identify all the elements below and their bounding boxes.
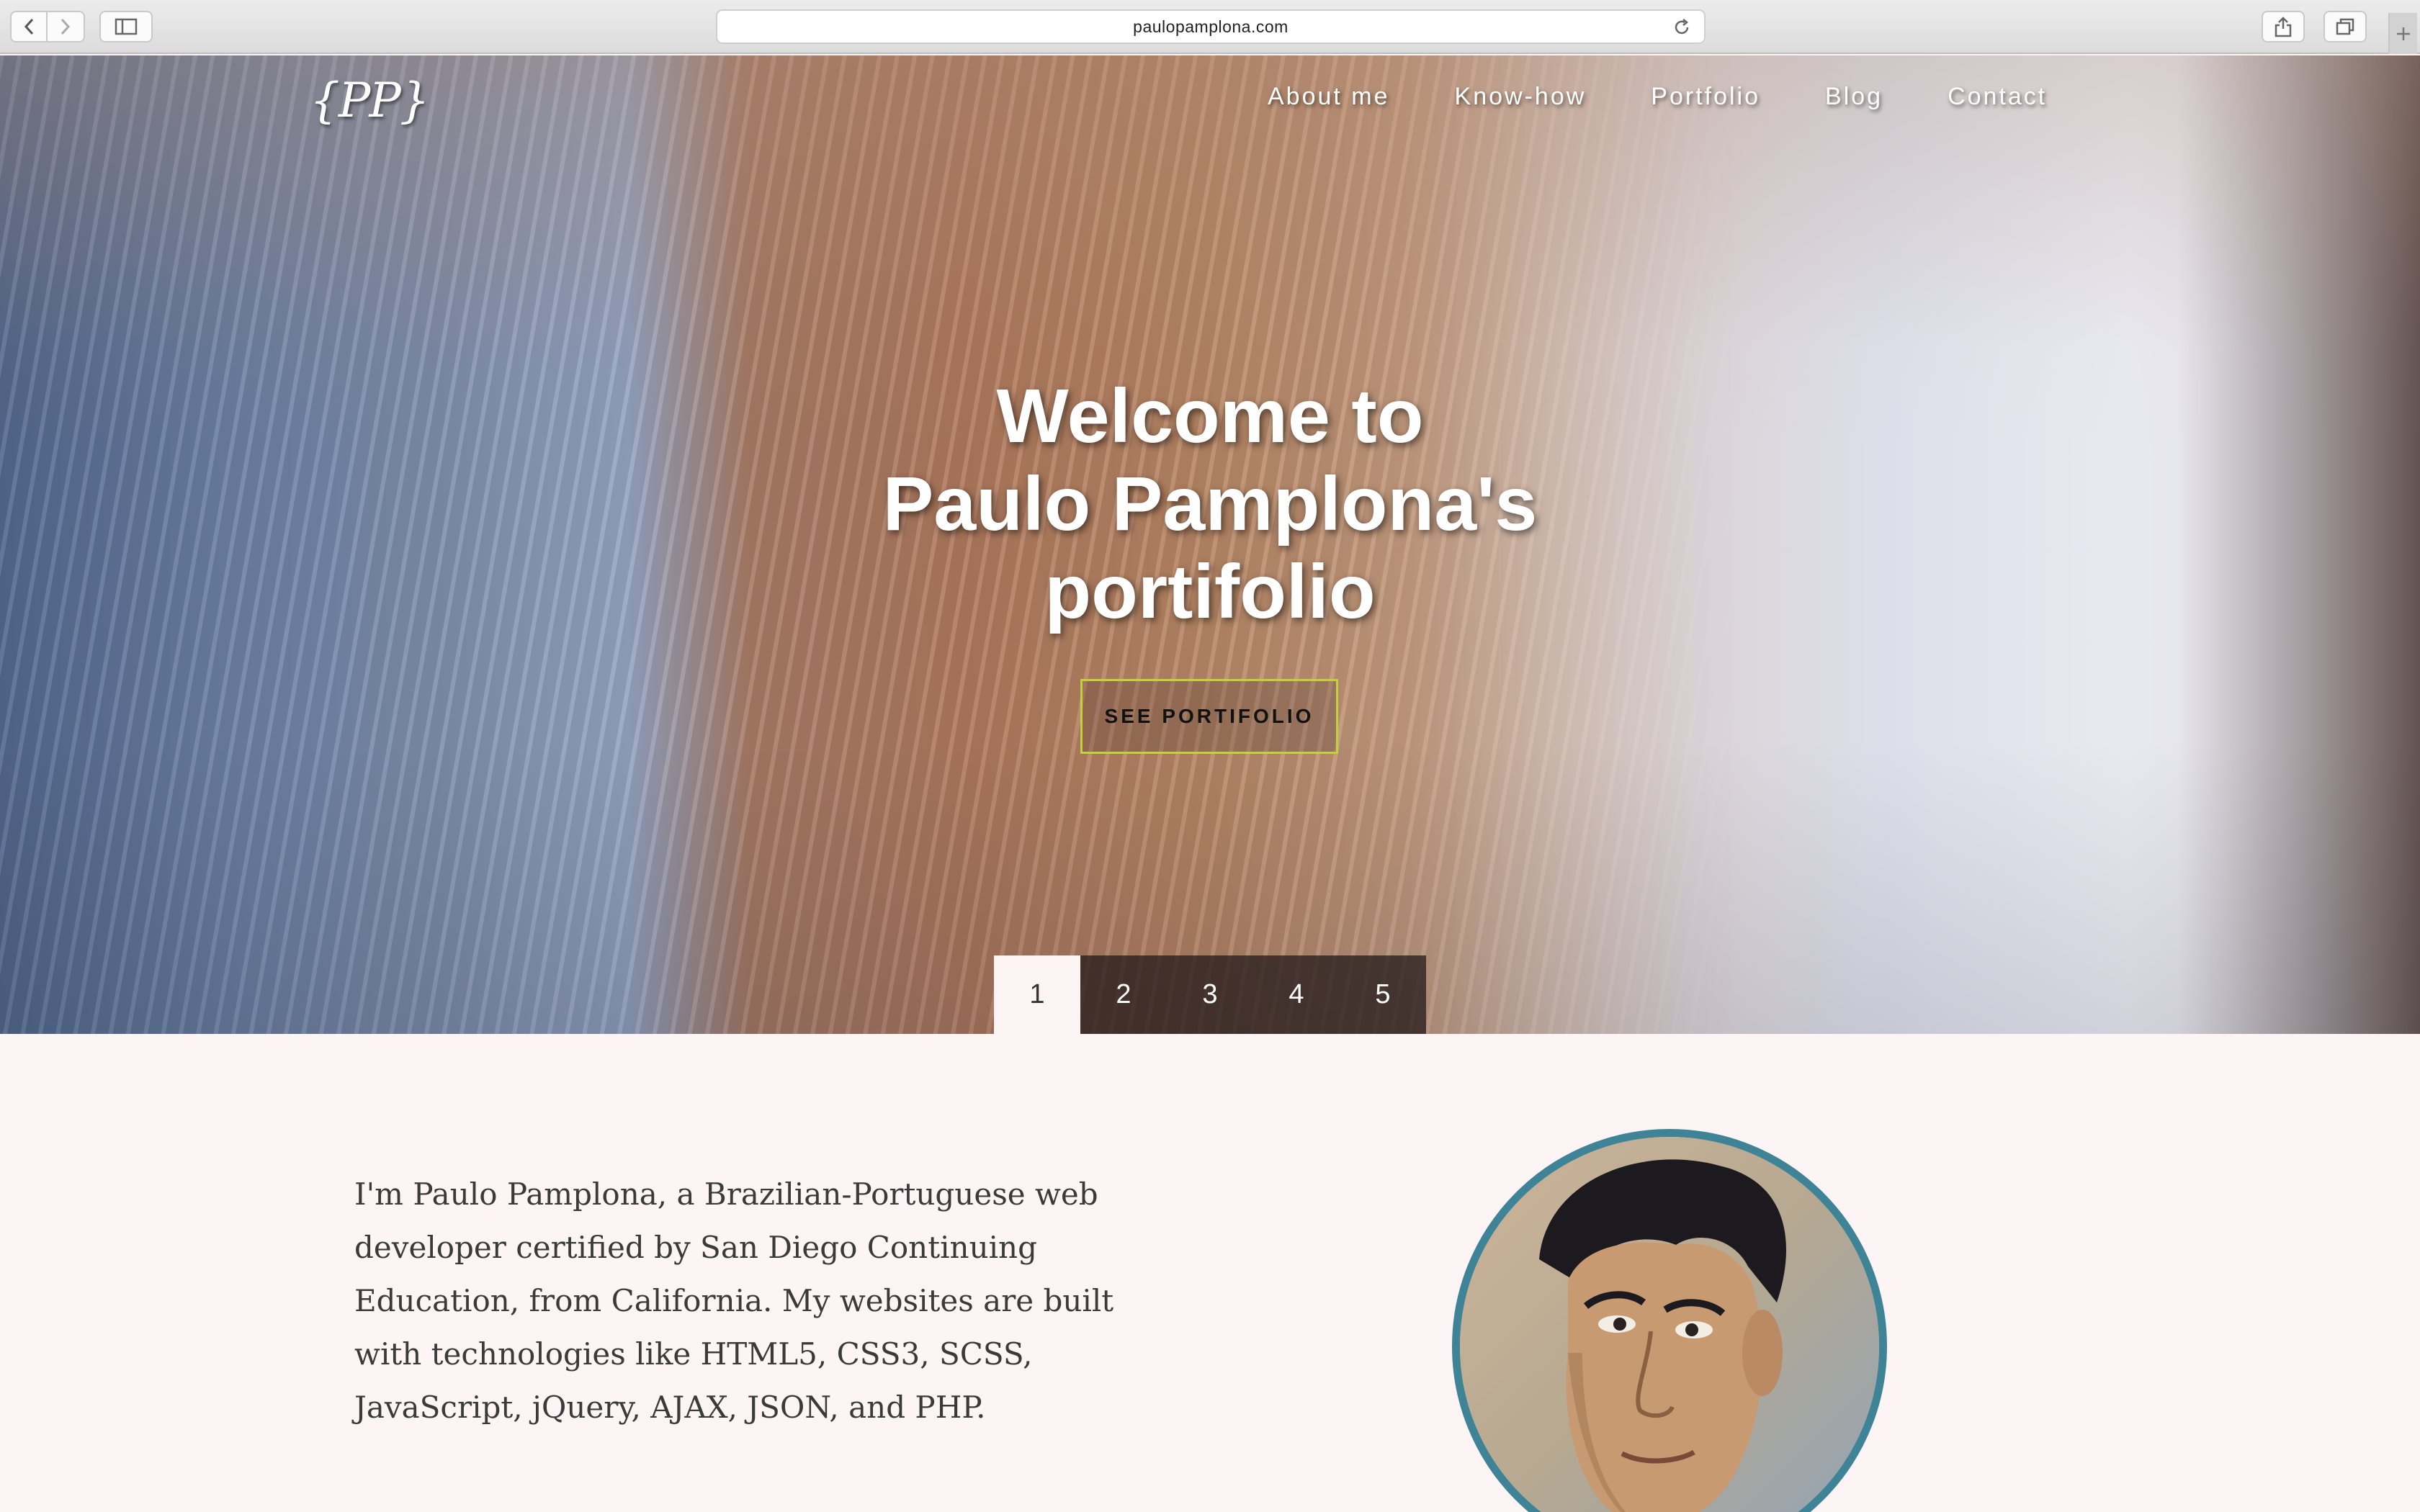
- slide-page-2[interactable]: 2: [1080, 955, 1167, 1034]
- hero-title-line: Paulo Pamplona's: [882, 462, 1538, 546]
- address-bar[interactable]: paulopamplona.com: [716, 9, 1706, 44]
- portrait-illustration: [1460, 1137, 1879, 1512]
- chevron-left-icon: [24, 18, 34, 35]
- share-icon: [2275, 17, 2292, 37]
- new-tab-button[interactable]: [2388, 13, 2417, 54]
- chevron-right-icon: [60, 18, 71, 35]
- profile-portrait: [1452, 1129, 1887, 1512]
- slide-page-1[interactable]: 1: [994, 955, 1080, 1034]
- hero-title-line: Welcome to: [996, 374, 1424, 459]
- nav-blog[interactable]: Blog: [1825, 83, 1883, 111]
- sidebar-toggle-button[interactable]: [99, 11, 153, 42]
- nav-know-how[interactable]: Know-how: [1455, 83, 1587, 111]
- hero-title: Welcome to Paulo Pamplona's portifolio: [778, 372, 1642, 636]
- main-nav: About me Know-how Portfolio Blog Contact: [1268, 83, 2047, 111]
- nav-portfolio[interactable]: Portfolio: [1651, 83, 1760, 111]
- address-url: paulopamplona.com: [1133, 17, 1289, 36]
- plus-icon: [2397, 27, 2410, 40]
- nav-contact[interactable]: Contact: [1948, 83, 2047, 111]
- site-logo[interactable]: {PP}: [310, 73, 430, 138]
- sidebar-icon: [115, 18, 138, 35]
- share-button[interactable]: [2262, 11, 2305, 42]
- reload-icon[interactable]: [1672, 18, 1691, 37]
- slide-page-4[interactable]: 4: [1253, 955, 1340, 1034]
- forward-button[interactable]: [48, 11, 85, 42]
- show-tabs-button[interactable]: [2323, 11, 2367, 42]
- slide-page-5[interactable]: 5: [1340, 955, 1426, 1034]
- back-button[interactable]: [10, 11, 48, 42]
- about-intro-text: I'm Paulo Pamplona, a Brazilian-Portugue…: [354, 1176, 1114, 1425]
- tabs-icon: [2336, 18, 2354, 35]
- hero-title-line: portifolio: [1044, 549, 1376, 634]
- see-portfolio-label: SEE PORTIFOLIO: [1104, 705, 1314, 727]
- nav-about-me[interactable]: About me: [1268, 83, 1390, 111]
- about-section: I'm Paulo Pamplona, a Brazilian-Portugue…: [0, 1034, 2420, 1512]
- slide-pagination: 1 2 3 4 5: [994, 955, 1426, 1034]
- hero-section: {PP} About me Know-how Portfolio Blog Co…: [0, 55, 2420, 1034]
- browser-toolbar: paulopamplona.com: [0, 0, 2420, 54]
- see-portfolio-button[interactable]: SEE PORTIFOLIO: [1080, 679, 1338, 754]
- slide-page-3[interactable]: 3: [1167, 955, 1253, 1034]
